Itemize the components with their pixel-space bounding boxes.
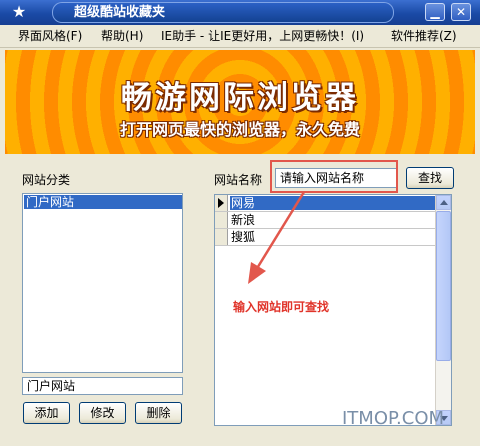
menu-item-help[interactable]: 帮助(H)	[101, 29, 143, 43]
window-title: 超级酷站收藏夹	[74, 5, 166, 20]
close-button[interactable]: ✕	[451, 3, 471, 21]
menu-item-skin[interactable]: 界面风格(F)	[18, 29, 82, 43]
scroll-thumb[interactable]	[436, 211, 451, 361]
annotation-arrow-icon	[248, 191, 306, 284]
current-row-icon	[218, 198, 224, 208]
category-label: 网站分类	[22, 173, 71, 187]
app-window: ★ 超级酷站收藏夹 ▁ ✕ 界面风格(F) 帮助(H) IE助手 - 让IE更好…	[0, 0, 480, 446]
watermark: ITMOP.COM	[342, 408, 445, 429]
delete-button[interactable]: 删除	[135, 402, 182, 424]
vertical-scrollbar[interactable]	[435, 195, 451, 425]
edit-button[interactable]: 修改	[79, 402, 126, 424]
scroll-up-icon	[440, 200, 448, 205]
site-name-label: 网站名称	[214, 173, 263, 187]
scroll-up-button[interactable]	[436, 195, 451, 210]
row-indicator	[215, 229, 228, 245]
banner-tagline: 打开网页最快的浏览器，永久免费	[119, 120, 360, 139]
banner-headline: 畅游网际浏览器	[121, 80, 359, 116]
title-bar[interactable]: ★ 超级酷站收藏夹 ▁ ✕	[0, 0, 480, 25]
ad-banner[interactable]: 畅游网际浏览器 打开网页最快的浏览器，永久免费	[5, 50, 475, 154]
annotation-text: 输入网站即可查找	[233, 300, 330, 314]
category-list[interactable]: 门户网站	[22, 193, 183, 373]
menu-item-recommend[interactable]: 软件推荐(Z)	[391, 29, 457, 43]
menu-bar: 界面风格(F) 帮助(H) IE助手 - 让IE更好用，上网更畅快！(I) 软件…	[0, 25, 480, 48]
row-indicator	[215, 195, 228, 211]
category-name-field[interactable]: 门户网站	[22, 377, 183, 395]
minimize-icon: ▁	[430, 5, 440, 19]
minimize-button[interactable]: ▁	[425, 3, 445, 21]
title-pill: 超级酷站收藏夹	[52, 2, 394, 23]
row-indicator	[215, 212, 228, 228]
menu-item-ie-helper[interactable]: IE助手 - 让IE更好用，上网更畅快！(I)	[161, 29, 364, 43]
search-button[interactable]: 查找	[406, 167, 454, 189]
add-button[interactable]: 添加	[23, 402, 70, 424]
star-icon[interactable]: ★	[10, 3, 28, 21]
close-icon: ✕	[455, 5, 467, 19]
category-item[interactable]: 门户网站	[24, 195, 182, 209]
